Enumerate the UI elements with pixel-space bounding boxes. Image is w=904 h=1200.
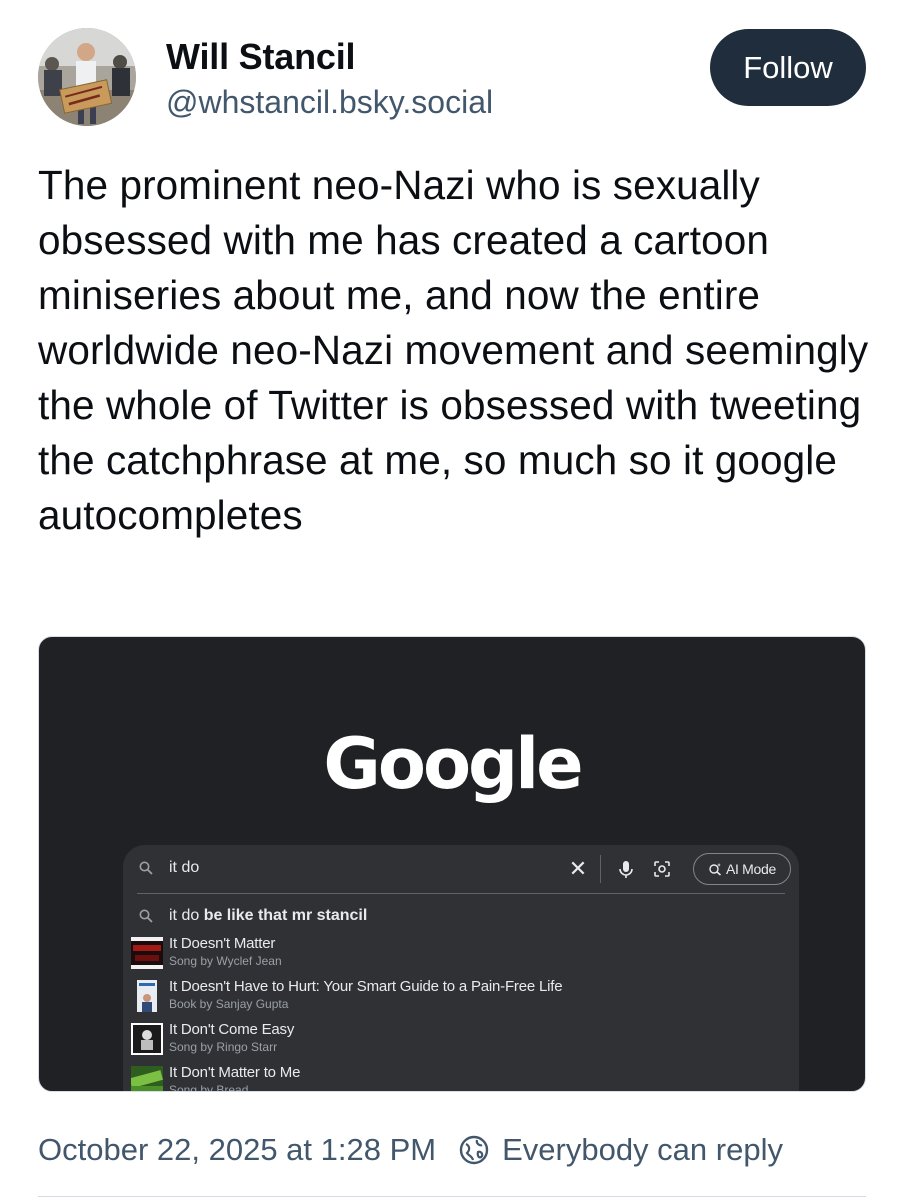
lens-icon bbox=[654, 861, 670, 877]
suggestion-subtitle: Song by Ringo Starr bbox=[169, 1040, 278, 1054]
search-input: it do bbox=[169, 859, 200, 876]
autocomplete-suggestion: It Don't Come Easy Song by Ringo Starr bbox=[123, 1019, 799, 1059]
autocomplete-suggestion-top: it do be like that mr stancil bbox=[123, 901, 799, 931]
post-timestamp[interactable]: October 22, 2025 at 1:28 PM bbox=[38, 1132, 436, 1168]
embedded-image[interactable]: Google it do ✕ AI Mode it do be like tha… bbox=[38, 636, 866, 1092]
search-icon bbox=[139, 861, 153, 875]
globe-icon bbox=[459, 1135, 489, 1165]
album-thumbnail bbox=[131, 1066, 163, 1091]
post-text: The prominent neo-Nazi who is sexually o… bbox=[38, 162, 869, 538]
autocomplete-suggestion: It Doesn't Matter Song by Wyclef Jean bbox=[123, 933, 799, 973]
suggestion-subtitle: Song by Bread bbox=[169, 1083, 249, 1092]
search-icon bbox=[139, 909, 153, 923]
close-icon: ✕ bbox=[568, 856, 588, 881]
reply-setting: Everybody can reply bbox=[502, 1132, 783, 1167]
suggestion-subtitle: Book by Sanjay Gupta bbox=[169, 997, 289, 1011]
autocomplete-suggestion: It Don't Matter to Me Song by Bread bbox=[123, 1062, 799, 1092]
avatar[interactable] bbox=[38, 28, 136, 126]
suggestion-subtitle: Song by Wyclef Jean bbox=[169, 954, 282, 968]
suggestion-text: it do be like that mr stancil bbox=[169, 907, 367, 925]
follow-button[interactable]: Follow bbox=[710, 29, 866, 106]
book-thumbnail bbox=[137, 980, 157, 1012]
author-display-name[interactable]: Will Stancil bbox=[166, 36, 356, 78]
ai-sparkle-search-icon bbox=[709, 863, 721, 876]
suggestion-title: It Doesn't Have to Hurt: Your Smart Guid… bbox=[169, 978, 563, 995]
search-box: it do ✕ AI Mode it do be like that mr st… bbox=[123, 845, 799, 1092]
avatar-photo bbox=[38, 28, 136, 126]
album-thumbnail bbox=[131, 1023, 163, 1055]
divider bbox=[137, 893, 785, 894]
suggestion-completion: be like that mr stancil bbox=[203, 907, 368, 924]
autocomplete-suggestion: It Doesn't Have to Hurt: Your Smart Guid… bbox=[123, 976, 799, 1016]
post-meta: October 22, 2025 at 1:28 PM Everybody ca… bbox=[38, 1128, 783, 1172]
album-thumbnail bbox=[131, 937, 163, 969]
suggestion-title: It Don't Matter to Me bbox=[169, 1064, 301, 1081]
suggestion-title: It Don't Come Easy bbox=[169, 1021, 295, 1038]
google-logo: Google bbox=[323, 723, 583, 805]
ai-mode-button: AI Mode bbox=[693, 853, 791, 885]
divider bbox=[38, 1196, 866, 1197]
mic-icon bbox=[619, 861, 633, 878]
divider bbox=[600, 855, 601, 883]
suggestion-prefix: it do bbox=[169, 907, 204, 924]
author-handle[interactable]: @whstancil.bsky.social bbox=[166, 84, 493, 121]
suggestion-title: It Doesn't Matter bbox=[169, 935, 276, 952]
ai-mode-label: AI Mode bbox=[725, 861, 777, 877]
search-row: it do ✕ AI Mode bbox=[123, 845, 799, 893]
